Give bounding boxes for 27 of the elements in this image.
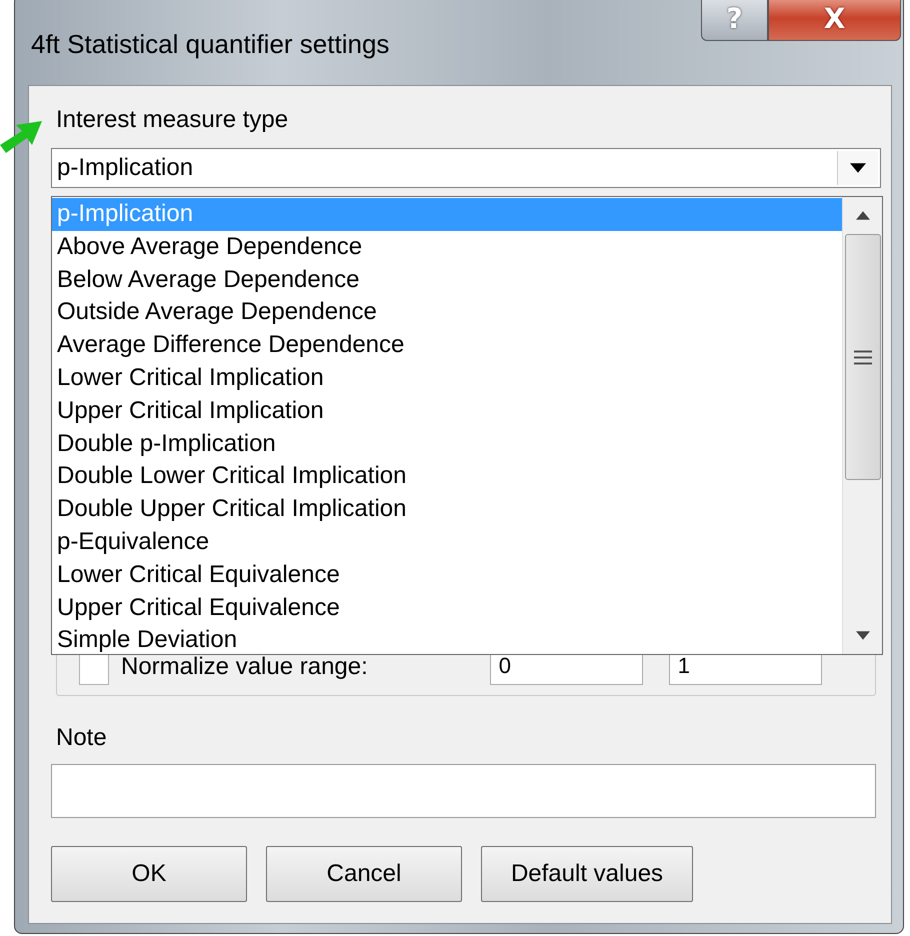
- field-label: Note: [56, 724, 108, 753]
- list-item[interactable]: Lower Critical Implication: [52, 362, 842, 395]
- list-item[interactable]: Upper Critical Equivalence: [52, 592, 842, 624]
- list-item[interactable]: Average Difference Dependence: [52, 329, 842, 362]
- close-button[interactable]: X: [768, 0, 901, 41]
- list-item[interactable]: Above Average Dependence: [52, 230, 842, 264]
- field-label: Interest measure type: [56, 106, 290, 135]
- scroll-up-icon: [856, 211, 870, 220]
- list-item[interactable]: Double Upper Critical Implication: [52, 493, 842, 526]
- list-item[interactable]: Below Average Dependence: [52, 264, 842, 296]
- note-field[interactable]: [51, 764, 876, 818]
- list-item[interactable]: Upper Critical Implication: [52, 394, 842, 428]
- list-item[interactable]: Double p-Implication: [52, 428, 842, 460]
- dialog-button[interactable]: OK: [51, 846, 247, 902]
- window-title: 4ft Statistical quantifier settings: [31, 29, 390, 60]
- scroll-down-icon: [856, 631, 870, 640]
- scroll-thumb[interactable]: [844, 234, 880, 480]
- measure-dropdown[interactable]: p-Implication: [51, 148, 881, 188]
- caret-icon: [850, 163, 866, 173]
- list-item[interactable]: Outside Average Dependence: [52, 296, 842, 330]
- list-item[interactable]: Lower Critical Equivalence: [52, 558, 842, 592]
- list-item[interactable]: p-Equivalence: [52, 526, 842, 559]
- dialog-button[interactable]: Default values: [481, 846, 693, 902]
- grip-icon: [854, 350, 872, 364]
- list-item[interactable]: Double Lower Critical Implication: [52, 460, 842, 494]
- dialog-button[interactable]: Cancel: [266, 846, 462, 902]
- scrollbar[interactable]: [842, 197, 882, 654]
